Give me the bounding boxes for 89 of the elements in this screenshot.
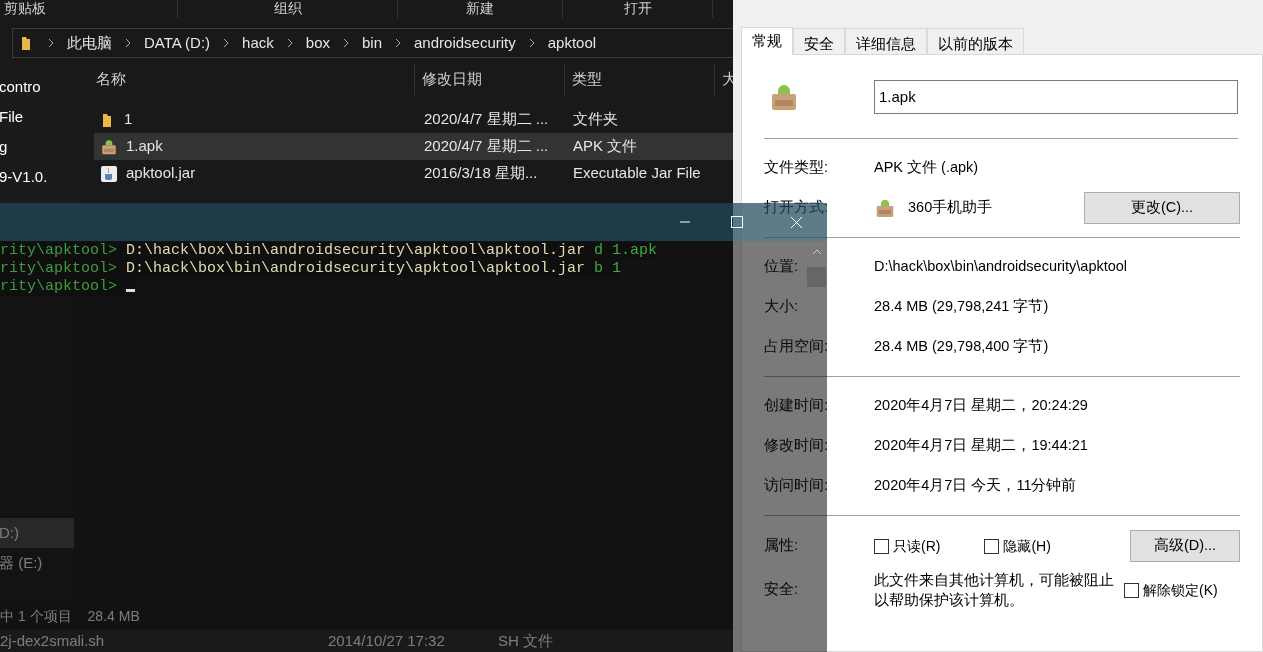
file-name: apktool.jar: [126, 163, 196, 184]
tab[interactable]: 详细信息: [845, 28, 927, 54]
console-prompt: rity\apktool>: [0, 242, 118, 260]
package-icon: [100, 137, 118, 156]
security-note: 此文件来自其他计算机，可能被阻止以帮助保护该计算机。: [874, 571, 1115, 610]
close-icon[interactable]: [790, 215, 803, 229]
file-name-field[interactable]: 1.apk: [874, 79, 1238, 114]
field-label: 打开方式:: [764, 199, 829, 216]
console-prompt: rity\apktool>: [0, 260, 118, 278]
chevron-right-icon: [222, 38, 231, 48]
nav-item[interactable]: D:): [0, 518, 74, 548]
ribbon-group-label: 新建: [466, 0, 494, 18]
chevron-right-icon: [394, 38, 402, 48]
column-header[interactable]: 类型: [572, 68, 602, 91]
breadcrumb-item[interactable]: DATA (D:): [144, 31, 211, 55]
nav-item[interactable]: g: [0, 132, 74, 162]
breadcrumb-item[interactable]: androidsecurity: [414, 31, 516, 55]
ribbon-group-label: 打开: [623, 0, 652, 18]
advanced-button[interactable]: 高级(D)...: [1130, 530, 1240, 562]
field-value: 2020年4月7日 星期二，19:44:21: [874, 436, 1088, 456]
ribbon-group-label: 剪贴板: [4, 0, 46, 18]
field-value: 2020年4月7日 今天，11分钟前: [874, 476, 1077, 496]
breadcrumb-item[interactable]: bin: [362, 31, 382, 55]
file-row[interactable]: 1.apk 2020/4/7 星期二 ... APK 文件: [94, 133, 735, 160]
ribbon-group-label: 组织: [273, 0, 302, 18]
field-label: 位置:: [764, 258, 799, 275]
column-header[interactable]: 修改日期: [422, 68, 482, 91]
file-name: 1: [124, 109, 133, 130]
field-label: 访问时间:: [764, 477, 829, 494]
chevron-right-icon: [47, 38, 55, 48]
file-date: 2016/3/18 星期...: [423, 163, 539, 184]
console-arguments: d 1.apk: [594, 242, 658, 260]
field-value: 2020年4月7日 星期二，20:24:29: [874, 396, 1088, 416]
tab[interactable]: 安全: [793, 28, 845, 54]
cursor: [126, 288, 136, 292]
field-value: 28.4 MB (29,798,241 字节): [874, 297, 1049, 317]
field-label: 属性:: [764, 537, 799, 554]
file-type: Executable Jar File: [573, 163, 701, 184]
breadcrumb-item[interactable]: apktool: [547, 31, 597, 55]
file-name: 1.apk: [126, 136, 163, 157]
file-type: 文件夹: [573, 109, 618, 130]
field-label: 安全:: [764, 581, 799, 598]
console-arguments: b 1: [594, 260, 622, 278]
package-icon: [874, 197, 896, 219]
checkbox[interactable]: 隐藏(H): [984, 535, 1051, 557]
file-date: 2020/4/7 星期二 ...: [423, 109, 550, 130]
file-row[interactable]: apktool.jar 2016/3/18 星期... Executable Jar File: [94, 160, 735, 187]
status-text: 中 1 个项目: [0, 606, 72, 626]
checkbox[interactable]: 解除锁定(K): [1124, 579, 1218, 601]
scroll-up-icon[interactable]: [811, 249, 822, 255]
console-command: D:\hack\box\bin\androidsecurity\apktool\apktool.jar: [126, 242, 586, 260]
chevron-right-icon: [342, 38, 350, 48]
change-button[interactable]: 更改(C)...: [1084, 192, 1240, 224]
field-value: 28.4 MB (29,798,400 字节): [874, 337, 1049, 357]
file-row[interactable]: 1 2020/4/7 星期二 ... 文件夹: [94, 106, 735, 133]
field-label: 修改时间:: [764, 437, 829, 454]
nav-item[interactable]: 器 (E:): [0, 548, 74, 578]
nav-item[interactable]: File: [0, 102, 74, 132]
status-text: 28.4 MB: [87, 606, 140, 626]
address-bar[interactable]: 此电脑 DATA (D:) hack box bin androidsecurity apktool: [12, 28, 735, 58]
file-name: 2j-dex2smali.sh: [0, 630, 106, 651]
breadcrumb-item[interactable]: 此电脑: [67, 31, 112, 55]
console-command: D:\hack\box\bin\androidsecurity\apktool\apktool.jar: [126, 260, 586, 278]
field-value: APK 文件 (.apk): [874, 158, 979, 178]
file-type: SH 文件: [498, 630, 553, 651]
field-label: 文件类型:: [764, 159, 829, 176]
nav-item[interactable]: 9-V1.0.: [0, 162, 74, 192]
field-label: 占用空间:: [764, 338, 829, 355]
tab[interactable]: 常规: [741, 27, 793, 55]
file-date: 2020/4/7 星期二 ...: [423, 136, 550, 157]
field-label: 大小:: [764, 298, 799, 315]
maximize-icon[interactable]: [731, 216, 743, 228]
cup-icon: [100, 164, 118, 183]
column-header[interactable]: 名称: [96, 68, 126, 91]
breadcrumb-item[interactable]: hack: [242, 31, 274, 55]
file-type: APK 文件: [573, 136, 638, 157]
field-label: 创建时间:: [764, 397, 829, 414]
field-value: D:\hack\box\bin\androidsecurity\apktool: [874, 257, 1128, 277]
nav-item[interactable]: contro: [0, 72, 74, 102]
scrollbar-thumb[interactable]: [807, 267, 826, 287]
chevron-right-icon: [124, 38, 132, 48]
tab[interactable]: 以前的版本: [927, 28, 1024, 54]
field-value: 360手机助手: [908, 198, 993, 218]
file-date: 2014/10/27 17:32: [328, 630, 446, 651]
chevron-right-icon: [527, 38, 536, 48]
chevron-right-icon: [285, 38, 294, 48]
checkbox[interactable]: 只读(R): [874, 535, 941, 557]
console-prompt: rity\apktool>: [0, 278, 118, 296]
breadcrumb-item[interactable]: box: [305, 31, 330, 55]
